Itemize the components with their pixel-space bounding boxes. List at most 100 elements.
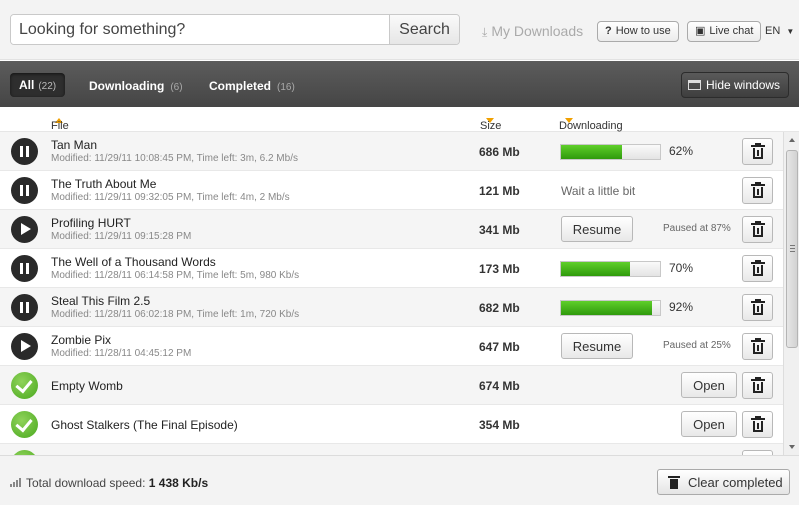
tab-all[interactable]: All (22) [10,73,66,97]
language-selector[interactable]: EN ▼ [765,25,794,37]
file-size: 647 Mb [479,340,520,354]
progress-percent: 70% [669,261,694,275]
file-meta: Modified: 11/28/11 06:14:58 PM, Time lef… [51,270,300,281]
tab-completed[interactable]: Completed (16) [209,79,295,93]
file-meta: Modified: 11/29/11 10:08:45 PM, Time lef… [51,153,298,164]
scrollbar-thumb[interactable] [786,150,798,348]
file-name: Profiling HURT [51,216,131,230]
file-meta: Modified: 11/28/11 06:02:18 PM, Time lef… [51,309,300,320]
column-size-label: Size [480,120,502,132]
file-name: Steal This Film 2.5 [51,294,151,308]
delete-button[interactable] [742,411,773,438]
download-arrow-icon: ⤓ [482,25,488,39]
speech-bubble-icon: ▣ [695,25,706,37]
live-chat-button[interactable]: ▣ Live chat [687,21,762,42]
play-icon[interactable] [11,216,38,243]
file-meta: Modified: 11/28/11 04:45:12 PM [51,348,192,359]
how-to-use-button[interactable]: ? How to use [597,21,679,42]
pause-icon[interactable] [11,177,38,204]
check-icon [11,411,38,438]
file-name: The Well of a Thousand Words [51,255,216,269]
list-item [0,444,783,455]
play-icon[interactable] [11,333,38,360]
tab-bar: All (22) Downloading (6) Completed (16) Hid… [0,61,799,107]
file-size: 686 Mb [479,145,520,159]
progress-bar [560,300,661,316]
file-name: The Truth About Me [51,177,157,191]
footer: Total download speed: 1 438 Kb/s Clear c… [0,455,799,505]
my-downloads-label: My Downloads [491,23,584,39]
trash-icon [751,143,765,147]
trash-icon [751,338,765,342]
top-bar: Search ⤓My Downloads ?How to use ▣Live c… [0,0,799,60]
tab-count: (16) [277,82,295,93]
hide-windows-button[interactable]: Hide windows [681,72,789,98]
column-file[interactable]: File [51,114,69,132]
tab-count: (22) [38,81,57,92]
trash-icon [751,377,765,381]
speed-value: 1 438 Kb/s [148,476,209,490]
tab-label: Downloading [89,79,165,93]
trash-icon [751,260,765,264]
signal-bars-icon [10,478,22,487]
chevron-down-icon: ▼ [786,27,795,36]
speed-label: Total download speed: [26,476,146,490]
how-to-use-label: How to use [615,25,671,37]
list-item: The Well of a Thousand Words Modified: 1… [0,249,783,288]
delete-button[interactable] [742,177,773,204]
column-size[interactable]: Size [480,114,501,132]
trash-icon [668,476,680,489]
scrollbar[interactable] [783,132,799,455]
delete-button[interactable] [742,294,773,321]
clear-completed-button[interactable]: Clear completed [657,469,790,495]
grip-icon [790,245,795,252]
delete-button[interactable] [742,333,773,360]
download-list: Tan Man Modified: 11/29/11 10:08:45 PM, … [0,132,783,455]
tab-label: Completed [209,79,272,93]
window-icon [688,80,701,90]
file-name: Zombie Pix [51,333,112,347]
tab-downloading[interactable]: Downloading (6) [89,79,183,93]
delete-button[interactable] [742,255,773,282]
pause-icon[interactable] [11,138,38,165]
delete-button[interactable] [742,216,773,243]
tab-label: All [19,78,35,92]
open-button[interactable]: Open [681,411,737,437]
file-name: Empty Womb [51,379,123,393]
column-downloading[interactable]: Downloading [559,114,623,132]
file-size: 682 Mb [479,301,520,315]
open-button[interactable]: Open [681,372,737,398]
my-downloads-link[interactable]: ⤓ My Downloads [482,23,583,40]
column-file-label: File [51,120,69,132]
trash-icon [751,182,765,186]
scroll-up-icon[interactable] [789,138,795,142]
progress-percent: 92% [669,300,694,314]
file-size: 173 Mb [479,262,520,276]
scroll-down-icon[interactable] [789,445,795,449]
download-speed: Total download speed: 1 438 Kb/s [26,476,208,490]
list-item: Steal This Film 2.5 Modified: 11/28/11 0… [0,288,783,327]
progress-fill [561,262,631,276]
trash-icon [751,221,765,225]
resume-button[interactable]: Resume [561,216,633,242]
search-input[interactable] [11,15,391,44]
pause-icon[interactable] [11,294,38,321]
tab-count: (6) [170,82,183,93]
file-name: Tan Man [51,138,98,152]
file-name: Ghost Stalkers (The Final Episode) [51,418,238,432]
file-meta: Modified: 11/29/11 09:32:05 PM, Time lef… [51,192,290,203]
file-meta: Modified: 11/29/11 09:15:28 PM [51,231,192,242]
file-size: 341 Mb [479,223,520,237]
delete-button[interactable] [742,372,773,399]
progress-fill [561,301,653,315]
language-label: EN [765,25,781,37]
list-item: Profiling HURT Modified: 11/29/11 09:15:… [0,210,783,249]
wait-status: Wait a little bit [561,184,636,198]
delete-button[interactable] [742,138,773,165]
pause-icon[interactable] [11,255,38,282]
list-item: The Truth About Me Modified: 11/29/11 09… [0,171,783,210]
list-item: Empty Womb 674 Mb Open [0,366,783,405]
trash-icon [751,416,765,420]
search-button[interactable]: Search [389,15,459,44]
resume-button[interactable]: Resume [561,333,633,359]
